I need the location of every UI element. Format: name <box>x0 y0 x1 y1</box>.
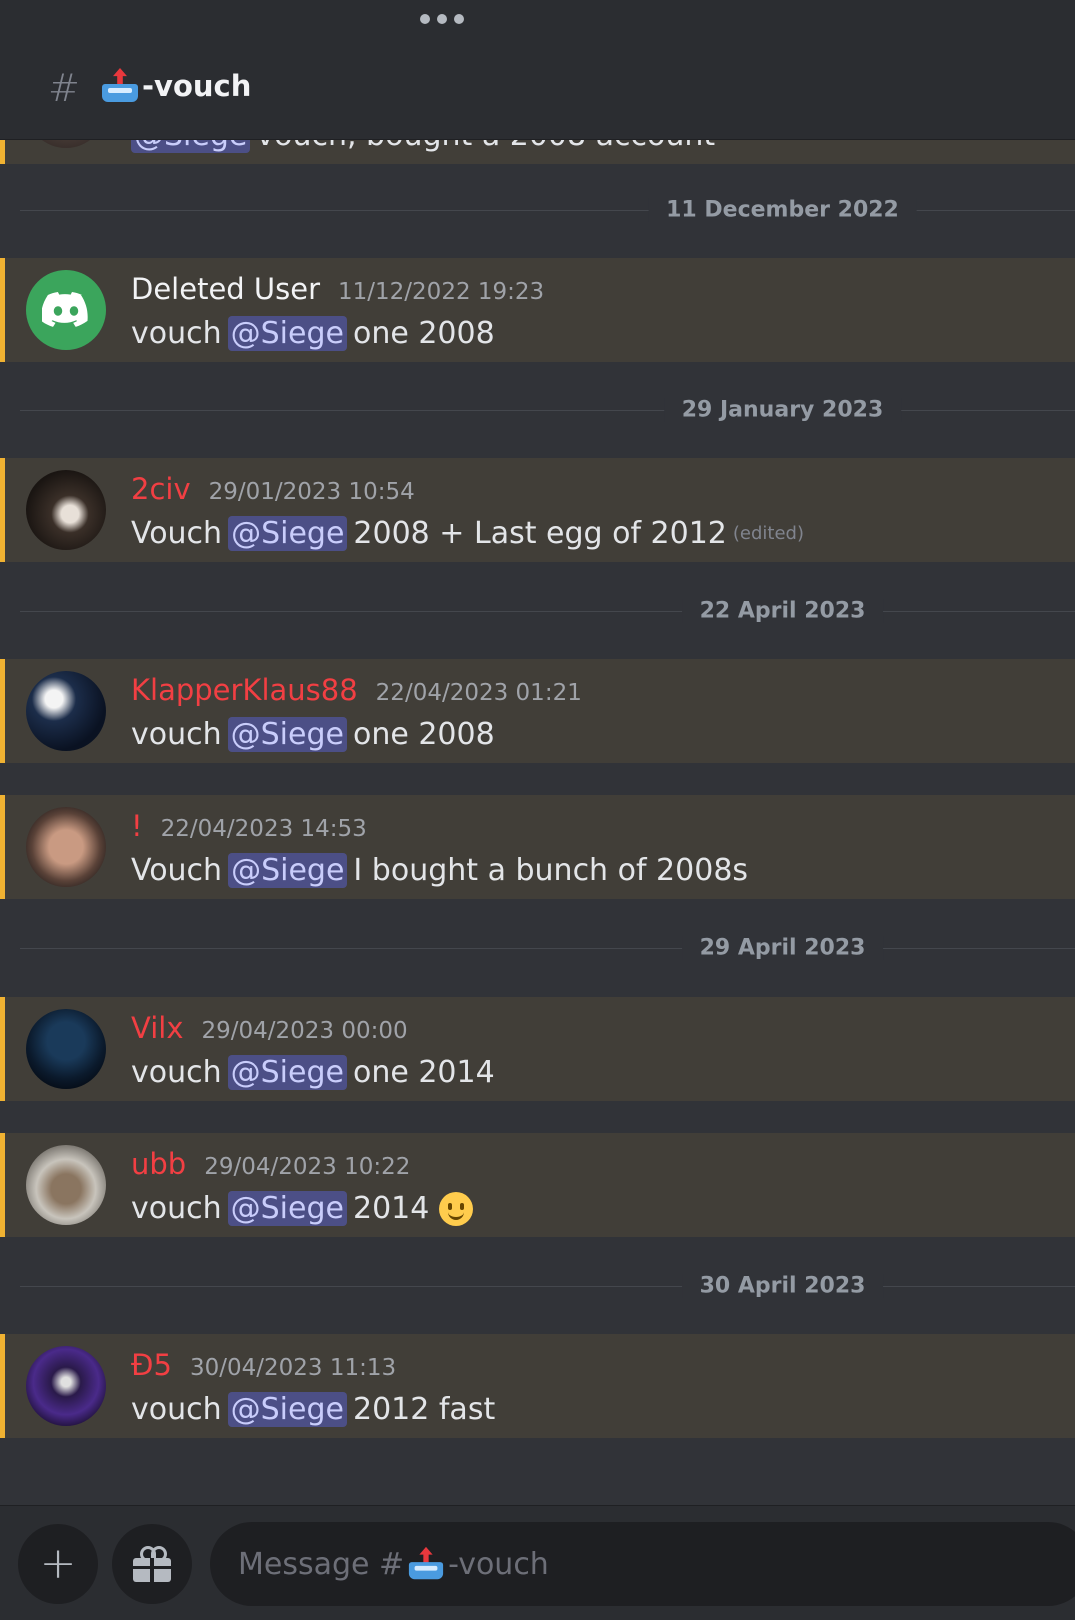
timestamp: 29/01/2023 10:54 <box>208 479 415 505</box>
add-attachment-button[interactable]: + <box>18 1524 98 1604</box>
timestamp: 29/04/2023 00:00 <box>201 1018 408 1044</box>
channel-name: -vouch <box>142 69 252 103</box>
message-row[interactable]: ubb 29/04/2023 10:22 vouch @Siege 2014 <box>0 1133 1075 1237</box>
user-mention[interactable]: @Siege <box>227 1055 347 1090</box>
avatar[interactable] <box>26 671 106 751</box>
username[interactable]: ! <box>131 809 143 843</box>
discord-logo-avatar[interactable] <box>26 270 106 350</box>
timestamp: 22/04/2023 14:53 <box>160 816 367 842</box>
message-text: vouch <box>131 717 222 752</box>
message-row[interactable]: KlapperKlaus88 22/04/2023 01:21 vouch @S… <box>0 659 1075 763</box>
message-text: Vouch <box>131 853 223 888</box>
message-text: vouch <box>131 316 222 351</box>
message-text: one 2014 <box>352 1055 495 1090</box>
avatar[interactable] <box>26 1145 106 1225</box>
outbox-tray-icon <box>100 68 140 104</box>
date-divider: 30 April 2023 <box>20 1273 1075 1299</box>
plus-icon: + <box>39 1538 77 1589</box>
date-divider: 22 April 2023 <box>20 598 1075 624</box>
message-composer: + Message # -vouch <box>0 1505 1075 1620</box>
user-mention[interactable]: @Siege <box>228 853 348 888</box>
date-divider-label: 29 April 2023 <box>681 935 884 961</box>
message-row[interactable]: Deleted User 11/12/2022 19:23 vouch @Sie… <box>0 258 1075 362</box>
timestamp: 29/04/2023 10:22 <box>204 1154 411 1180</box>
username[interactable]: Ð5 <box>131 1348 172 1382</box>
date-divider-label: 30 April 2023 <box>681 1273 884 1299</box>
message-row[interactable]: Ð5 30/04/2023 11:13 vouch @Siege 2012 fa… <box>0 1334 1075 1438</box>
message-content: vouch @Siege one 2014 <box>131 1055 495 1090</box>
username[interactable]: Deleted User <box>131 272 320 306</box>
timestamp: 11/12/2022 19:23 <box>338 279 545 305</box>
message-row[interactable]: ! 22/04/2023 14:53 Vouch @Siege I bought… <box>0 795 1075 899</box>
message-text: vouch <box>131 1392 222 1427</box>
edited-tag: (edited) <box>732 523 804 544</box>
user-mention[interactable]: @Siege <box>131 140 251 153</box>
message-text: Vouch <box>131 516 223 551</box>
more-options-icon[interactable] <box>420 14 464 24</box>
avatar[interactable] <box>26 470 106 550</box>
gift-button[interactable] <box>112 1524 192 1604</box>
message-text: 2008 + Last egg of 2012 <box>353 516 727 551</box>
message-text: one 2008 <box>352 717 495 752</box>
user-mention[interactable]: @Siege <box>227 717 347 752</box>
channel-header: # -vouch <box>0 0 1075 140</box>
avatar[interactable] <box>26 140 106 148</box>
channel-title[interactable]: -vouch <box>100 68 251 104</box>
date-divider-label: 29 January 2023 <box>663 397 902 423</box>
channel-hash-icon: # <box>48 66 80 110</box>
message-text: vouch <box>131 1191 222 1226</box>
outbox-tray-icon <box>407 1546 445 1581</box>
username[interactable]: ubb <box>131 1147 186 1181</box>
avatar[interactable] <box>26 1009 106 1089</box>
message-content: vouch @Siege one 2008 <box>131 717 495 752</box>
message-input-channel: -vouch <box>448 1546 549 1582</box>
date-divider-label: 22 April 2023 <box>681 598 884 624</box>
message-input[interactable]: Message # -vouch <box>210 1522 1075 1606</box>
message-content: @Siege vouch, bought a 2008 account <box>131 140 715 153</box>
avatar[interactable] <box>26 1346 106 1426</box>
message-content: vouch @Siege 2014 <box>131 1191 474 1226</box>
date-divider: 11 December 2022 <box>20 197 1075 223</box>
username[interactable]: KlapperKlaus88 <box>131 673 358 707</box>
discord-icon <box>42 292 88 327</box>
message-text: vouch <box>131 1055 222 1090</box>
user-mention[interactable]: @Siege <box>228 516 348 551</box>
date-divider: 29 April 2023 <box>20 935 1075 961</box>
date-divider-label: 11 December 2022 <box>648 197 917 223</box>
username[interactable]: 2civ <box>131 472 191 506</box>
timestamp: 30/04/2023 11:13 <box>189 1355 397 1381</box>
slightly-smiling-face-emoji-icon <box>439 1191 474 1226</box>
message-row[interactable]: Vilx 29/04/2023 00:00 vouch @Siege one 2… <box>0 997 1075 1101</box>
message-content: Vouch @Siege 2008 + Last egg of 2012 (ed… <box>131 516 804 551</box>
message-input-placeholder: Message # <box>238 1546 405 1582</box>
timestamp: 22/04/2023 01:21 <box>375 680 582 706</box>
message-text: 2012 fast <box>352 1392 496 1427</box>
user-mention[interactable]: @Siege <box>227 316 347 351</box>
message-row[interactable]: 2civ 29/01/2023 10:54 Vouch @Siege 2008 … <box>0 458 1075 562</box>
message-text: vouch, bought a 2008 account <box>256 140 715 153</box>
user-mention[interactable]: @Siege <box>227 1392 347 1427</box>
avatar[interactable] <box>26 807 106 887</box>
message-content: Vouch @Siege I bought a bunch of 2008s <box>131 853 748 888</box>
message-content: vouch @Siege one 2008 <box>131 316 495 351</box>
message-text: I bought a bunch of 2008s <box>353 853 749 888</box>
gift-icon <box>133 1546 171 1582</box>
message-text: one 2008 <box>352 316 495 351</box>
date-divider: 29 January 2023 <box>20 397 1075 423</box>
message-row-partial[interactable]: @Siege vouch, bought a 2008 account <box>0 140 1075 164</box>
username[interactable]: Vilx <box>131 1011 183 1045</box>
user-mention[interactable]: @Siege <box>227 1191 347 1226</box>
message-content: vouch @Siege 2012 fast <box>131 1392 495 1427</box>
message-list[interactable]: @Siege vouch, bought a 2008 account 11 D… <box>0 140 1075 1505</box>
message-text: 2014 <box>352 1191 430 1226</box>
